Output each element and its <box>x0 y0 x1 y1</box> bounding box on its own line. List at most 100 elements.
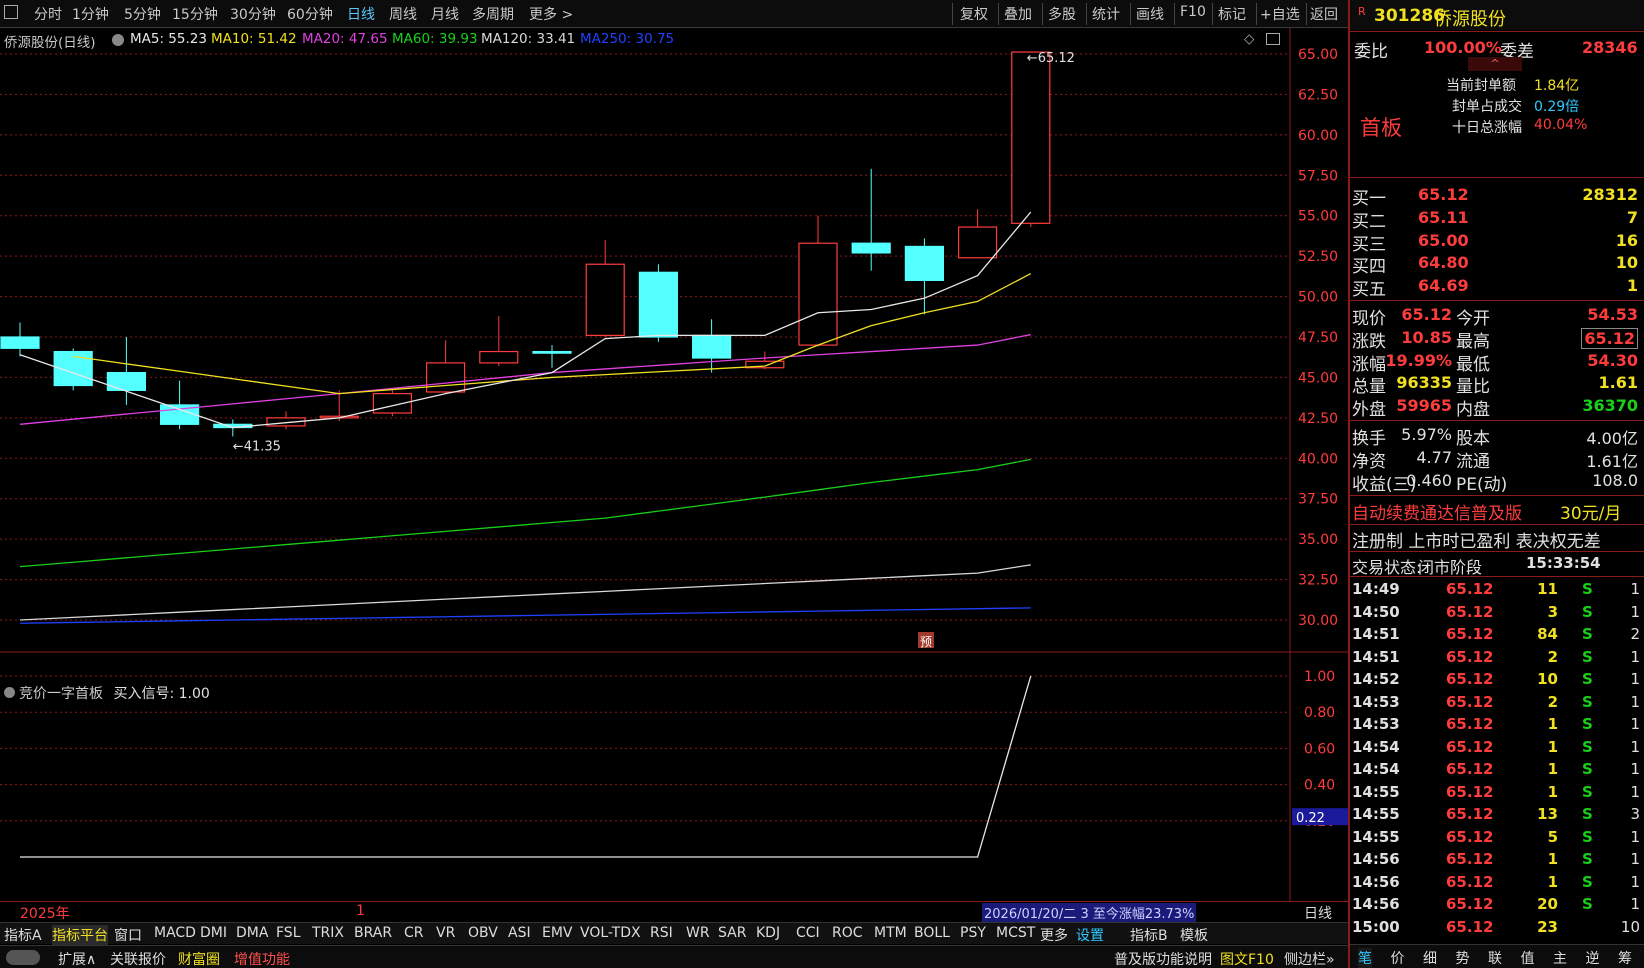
info-label: 流通 <box>1456 452 1490 472</box>
indicator-tab[interactable]: PSY <box>960 925 986 941</box>
tick-price: 65.12 <box>1446 692 1494 711</box>
tick-time: 14:56 <box>1352 850 1400 868</box>
indicator-tab[interactable]: SAR <box>718 925 746 941</box>
right-tab[interactable]: 势 <box>1456 948 1470 968</box>
indicator-tab[interactable]: MTM <box>874 925 907 941</box>
axis-marker: 1 <box>356 903 365 919</box>
period-label: 日线 <box>1304 906 1332 922</box>
tick-volume: 3 <box>1547 602 1558 621</box>
right-tab[interactable]: 联 <box>1488 948 1502 968</box>
indicator-tab[interactable]: DMA <box>236 925 268 941</box>
indicator-tab[interactable]: 模板 <box>1180 925 1208 945</box>
indicator-tab[interactable]: RSI <box>650 925 673 941</box>
indicator-tab[interactable]: 更多 <box>1040 925 1068 945</box>
tick-volume: 2 <box>1547 692 1558 711</box>
ad-text-2[interactable]: 注册制 上市时已盈利 表决权无差 <box>1352 527 1601 552</box>
status-value: 闭市阶段 <box>1418 558 1483 577</box>
seal1-label: 当前封单额 <box>1446 78 1516 94</box>
quote-value: 59965 <box>1396 396 1452 416</box>
price-tick-label: 35.00 <box>1298 532 1338 548</box>
candle-body <box>957 226 998 259</box>
tick-count: 1 <box>1630 872 1640 891</box>
indicator-tab[interactable]: OBV <box>468 925 498 941</box>
status-right-link[interactable]: 普及版功能说明 <box>1114 949 1212 968</box>
indicator-tab[interactable]: MCST <box>996 925 1035 941</box>
candle-body <box>426 362 466 393</box>
indicator-tab[interactable]: TRIX <box>312 925 344 941</box>
tick-count: 1 <box>1630 782 1640 801</box>
tick-time: 14:51 <box>1352 647 1400 666</box>
right-tab[interactable]: 逆 <box>1586 948 1600 968</box>
bid-label: 买五 <box>1352 280 1386 301</box>
seal3-value: 40.04% <box>1534 117 1588 133</box>
seal2-label: 封单占成交 <box>1452 99 1522 115</box>
indicator-tab[interactable]: FSL <box>276 925 301 941</box>
ad-text[interactable]: 自动续费通达信普及版 <box>1352 499 1522 524</box>
price-tick-label: 57.50 <box>1298 168 1338 184</box>
indicator-tab[interactable]: 窗口 <box>114 925 142 945</box>
quote-value: 36370 <box>1582 396 1638 416</box>
indicator-tab[interactable]: ROC <box>832 925 863 941</box>
settings-icon[interactable] <box>4 687 15 698</box>
info-value: 0.460 <box>1406 471 1452 490</box>
status-time: 15:33:54 <box>1526 554 1601 572</box>
indicator-tab[interactable]: DMI <box>200 925 227 941</box>
quote-value: 19.99% <box>1385 350 1452 370</box>
indicator-tab[interactable]: BRAR <box>354 925 392 941</box>
indicator-tab[interactable]: KDJ <box>756 925 780 941</box>
tick-side: S <box>1582 692 1593 711</box>
tick-volume: 1 <box>1547 737 1558 756</box>
tick-price: 65.12 <box>1446 917 1494 936</box>
right-tab[interactable]: 值 <box>1521 948 1535 968</box>
right-tab[interactable]: 主 <box>1553 948 1567 968</box>
tick-volume: 11 <box>1537 580 1558 598</box>
quote-label: 涨跌 <box>1352 331 1386 352</box>
tick-count: 1 <box>1630 737 1640 756</box>
quote-label: 最低 <box>1456 354 1490 375</box>
bid-price: 64.69 <box>1418 276 1469 296</box>
indicator-tab[interactable]: 指标B <box>1130 925 1168 945</box>
indicator-tab[interactable]: EMV <box>542 925 573 941</box>
indicator-tick-label: 1.00 <box>1304 669 1335 685</box>
right-tab[interactable]: 笔 <box>1358 948 1372 968</box>
tick-time: 14:54 <box>1352 760 1400 778</box>
indicator-tab[interactable]: VOL-TDX <box>580 925 641 941</box>
price-tick-label: 62.50 <box>1298 87 1338 103</box>
indicator-tab[interactable]: MACD <box>154 925 196 941</box>
indicator-tab[interactable]: CCI <box>796 925 820 941</box>
indicator-tab[interactable]: 指标A <box>4 925 42 945</box>
indicator-tab[interactable]: WR <box>686 925 710 941</box>
candle-body <box>479 350 519 364</box>
indicator-tab[interactable]: 设置 <box>1076 925 1104 945</box>
status-tab[interactable]: 增值功能 <box>234 949 290 968</box>
info-value: 1.61亿 <box>1586 452 1638 471</box>
info-label: 股本 <box>1456 429 1490 449</box>
status-right-link[interactable]: 图文F10 <box>1220 949 1274 968</box>
bid-volume: 1 <box>1626 276 1638 296</box>
status-tab[interactable]: 扩展∧ <box>58 949 96 968</box>
tick-volume: 2 <box>1547 647 1558 666</box>
tick-count: 1 <box>1630 647 1640 666</box>
status-right-link[interactable]: 侧边栏» <box>1284 949 1335 968</box>
range-note: 2026/01/20/二 3 至今涨幅23.73% <box>982 903 1197 922</box>
indicator-tab[interactable]: VR <box>436 925 455 941</box>
bid-label: 买四 <box>1352 257 1386 278</box>
indicator-tab[interactable]: ASI <box>508 925 531 941</box>
ma60-line <box>19 458 1031 568</box>
toggle-switch[interactable] <box>6 950 40 965</box>
ad-price[interactable]: 30元/月 <box>1560 499 1621 524</box>
right-tab[interactable]: 细 <box>1423 948 1437 968</box>
quote-label: 总量 <box>1352 377 1386 398</box>
price-tick-label: 40.00 <box>1298 451 1338 467</box>
collapse-button[interactable]: ^ <box>1468 57 1522 71</box>
status-tab[interactable]: 关联报价 <box>110 949 166 968</box>
right-tab[interactable]: 价 <box>1391 948 1405 968</box>
tick-volume: 1 <box>1547 850 1558 868</box>
indicator-tab[interactable]: BOLL <box>914 925 950 941</box>
indicator-tab[interactable]: CR <box>404 925 424 941</box>
tick-count: 1 <box>1630 602 1640 621</box>
status-tab[interactable]: 财富圈 <box>178 949 220 968</box>
right-tab[interactable]: 筹 <box>1618 948 1632 968</box>
indicator-tab[interactable]: 指标平台 <box>52 925 108 945</box>
quote-label: 量比 <box>1456 377 1490 398</box>
